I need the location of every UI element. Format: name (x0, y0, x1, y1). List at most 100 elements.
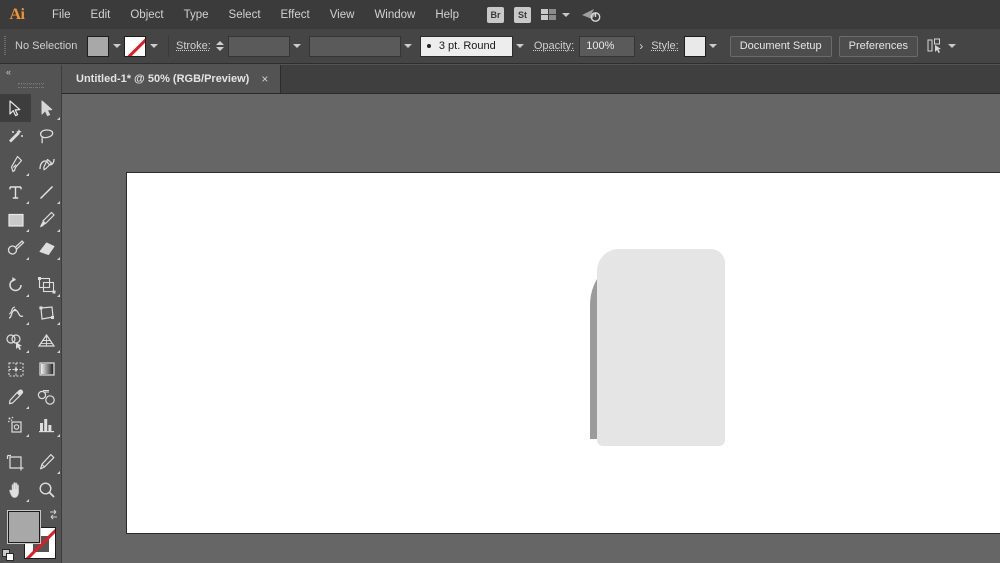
control-bar-grip[interactable] (0, 29, 9, 64)
tool-flyout-indicator[interactable] (26, 434, 29, 437)
align-dropdown-chevron-icon[interactable] (947, 44, 956, 48)
tool-flyout-indicator[interactable] (26, 257, 29, 260)
tool-flyout-indicator[interactable] (26, 322, 29, 325)
creative-cloud-sync-icon[interactable] (580, 6, 602, 24)
fill-swatch-dropdown-icon[interactable] (109, 36, 124, 57)
eraser-tool[interactable] (31, 234, 62, 262)
rotate-tool[interactable] (0, 271, 31, 299)
tool-flyout-indicator[interactable] (57, 294, 60, 297)
hand-tool[interactable] (0, 476, 31, 504)
opacity-input[interactable]: 100% (579, 35, 636, 57)
blend-tool[interactable] (31, 383, 62, 411)
tools-panel-grip[interactable] (0, 79, 61, 92)
eyedropper-tool[interactable] (0, 383, 31, 411)
stroke-weight-input[interactable] (227, 35, 290, 57)
tool-group-divider (0, 439, 61, 446)
shaper-tool[interactable] (0, 234, 31, 262)
column-graph-tool[interactable] (31, 411, 62, 439)
tool-flyout-indicator[interactable] (26, 406, 29, 409)
front-rounded-shape[interactable] (597, 249, 725, 446)
align-to-cluster[interactable] (927, 38, 956, 54)
tool-flyout-indicator[interactable] (57, 201, 60, 204)
tool-flyout-indicator[interactable] (57, 471, 60, 474)
tool-flyout-indicator[interactable] (26, 229, 29, 232)
menu-item-help[interactable]: Help (425, 5, 469, 25)
gradient-tool[interactable] (31, 355, 62, 383)
close-icon[interactable]: × (259, 73, 270, 85)
perspective-grid-tool[interactable] (31, 327, 62, 355)
stock-icon[interactable]: St (514, 6, 531, 23)
menu-item-type[interactable]: Type (174, 5, 219, 25)
stepper-down-icon[interactable] (216, 47, 225, 51)
menu-bar-right-cluster: Br St (487, 6, 602, 24)
divider (168, 35, 169, 57)
artboard-tool[interactable] (0, 448, 31, 476)
slice-tool[interactable] (31, 448, 62, 476)
stroke-swatch-dropdown-icon[interactable] (146, 36, 161, 57)
selection-tool[interactable] (0, 94, 31, 122)
brush-definition-dropdown-icon[interactable] (513, 36, 528, 57)
tool-flyout-indicator[interactable] (26, 173, 29, 176)
zoom-tool[interactable] (31, 476, 62, 504)
curvature-tool[interactable] (31, 150, 62, 178)
variable-width-dropdown-icon[interactable] (401, 36, 416, 57)
arrange-grid-glyph (541, 9, 557, 20)
fill-stroke-control (0, 508, 62, 563)
mesh-tool[interactable] (0, 355, 31, 383)
tool-flyout-indicator[interactable] (57, 434, 60, 437)
document-setup-button[interactable]: Document Setup (729, 35, 832, 57)
menu-item-effect[interactable]: Effect (271, 5, 320, 25)
type-tool[interactable] (0, 178, 31, 206)
tool-flyout-indicator[interactable] (57, 229, 60, 232)
tool-flyout-indicator[interactable] (26, 201, 29, 204)
tool-group-navigation (0, 448, 61, 504)
menu-item-object[interactable]: Object (120, 5, 173, 25)
scale-tool[interactable] (31, 271, 62, 299)
tool-flyout-indicator[interactable] (26, 294, 29, 297)
shape-builder-tool[interactable] (0, 327, 31, 355)
brush-definition-value: 3 pt. Round (438, 40, 496, 52)
lasso-tool[interactable] (31, 122, 62, 150)
paintbrush-tool[interactable] (31, 206, 62, 234)
tool-flyout-indicator[interactable] (26, 499, 29, 502)
stroke-weight-dropdown-icon[interactable] (290, 36, 305, 57)
opacity-label: Opacity: (533, 40, 575, 52)
tool-flyout-indicator[interactable] (57, 322, 60, 325)
variable-width-profile-input[interactable] (308, 35, 401, 57)
fill-color-swatch[interactable] (87, 35, 109, 57)
stepper-up-icon[interactable] (216, 41, 225, 45)
fill-color-swatch[interactable] (7, 510, 41, 544)
graphic-style-dropdown-icon[interactable] (706, 36, 721, 57)
artboard[interactable] (126, 172, 1000, 534)
direct-selection-tool[interactable] (31, 94, 62, 122)
tool-flyout-indicator[interactable] (57, 257, 60, 260)
preferences-button[interactable]: Preferences (838, 35, 918, 57)
rectangle-tool[interactable] (0, 206, 31, 234)
stroke-weight-stepper[interactable] (215, 36, 226, 57)
menu-item-file[interactable]: File (42, 5, 81, 25)
brush-definition-select[interactable]: 3 pt. Round (419, 35, 513, 57)
width-tool[interactable] (0, 299, 31, 327)
tool-flyout-indicator[interactable] (57, 117, 60, 120)
tool-flyout-indicator[interactable] (26, 350, 29, 353)
canvas-area[interactable] (62, 94, 1000, 563)
menu-item-edit[interactable]: Edit (81, 5, 121, 25)
symbol-sprayer-tool[interactable] (0, 411, 31, 439)
bridge-icon[interactable]: Br (487, 6, 504, 23)
line-segment-tool[interactable] (31, 178, 62, 206)
swap-fill-stroke-icon[interactable] (47, 508, 60, 521)
menu-item-window[interactable]: Window (364, 5, 425, 25)
stroke-color-swatch[interactable] (124, 35, 146, 57)
magic-wand-tool[interactable] (0, 122, 31, 150)
menu-item-select[interactable]: Select (219, 5, 271, 25)
collapse-panel-icon[interactable]: « (0, 65, 61, 79)
pen-tool[interactable] (0, 150, 31, 178)
tool-flyout-indicator[interactable] (57, 350, 60, 353)
menu-item-view[interactable]: View (320, 5, 365, 25)
graphic-style-swatch[interactable] (683, 35, 706, 57)
document-tab[interactable]: Untitled-1* @ 50% (RGB/Preview) × (62, 65, 282, 93)
default-fill-stroke-icon[interactable] (2, 549, 15, 562)
free-transform-tool[interactable] (31, 299, 62, 327)
opacity-more-icon[interactable]: › (635, 39, 647, 53)
arrange-documents-icon[interactable] (541, 9, 570, 20)
